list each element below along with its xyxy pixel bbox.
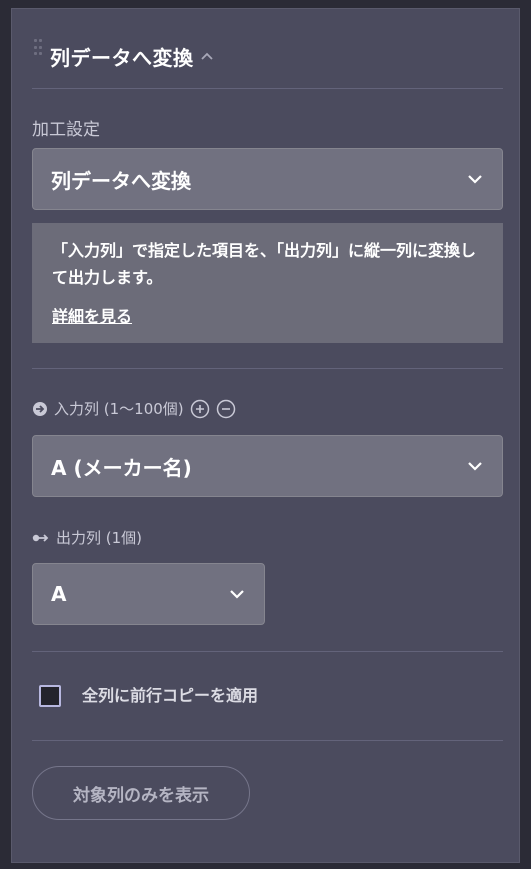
- output-column-select[interactable]: A: [32, 563, 265, 625]
- settings-panel: 列データへ変換 加工設定 列データへ変換 「入力列」で指定した項目を、「出力列」…: [11, 8, 520, 863]
- processing-select[interactable]: 列データへ変換: [32, 148, 503, 210]
- panel-header[interactable]: 列データへ変換: [50, 41, 214, 71]
- output-column-value: A: [51, 582, 67, 606]
- description-text: 「入力列」で指定した項目を、「出力列」に縦一列に変換して出力します。: [52, 241, 477, 287]
- plus-circle-icon[interactable]: [190, 399, 210, 419]
- arrow-circle-right-icon: [33, 401, 47, 416]
- drag-handle-icon[interactable]: [34, 39, 42, 57]
- input-column-select[interactable]: A (メーカー名): [32, 435, 503, 497]
- divider: [32, 368, 503, 369]
- chevron-down-icon: [468, 175, 482, 184]
- description-box: 「入力列」で指定した項目を、「出力列」に縦一列に変換して出力します。 詳細を見る: [32, 223, 503, 343]
- chevron-up-icon[interactable]: [200, 49, 214, 63]
- input-column-label: 入力列 (1〜100個): [54, 400, 184, 418]
- details-link[interactable]: 詳細を見る: [52, 303, 132, 327]
- show-target-columns-button[interactable]: 対象列のみを表示: [32, 766, 250, 820]
- output-column-label: 出力列 (1個): [56, 529, 143, 547]
- processing-label: 加工設定: [32, 120, 100, 140]
- minus-circle-icon[interactable]: [216, 399, 236, 419]
- copy-previous-row-label[interactable]: 全列に前行コピーを適用: [82, 685, 258, 707]
- divider: [32, 651, 503, 652]
- panel-title: 列データへ変換: [50, 45, 194, 70]
- divider: [32, 740, 503, 741]
- arrow-right-icon: [32, 533, 49, 542]
- input-column-value: A (メーカー名): [51, 455, 192, 480]
- divider: [32, 88, 503, 89]
- processing-select-value: 列データへ変換: [51, 168, 191, 193]
- copy-previous-row-checkbox[interactable]: [39, 685, 61, 707]
- chevron-down-icon: [468, 462, 482, 471]
- input-column-label-row: 入力列 (1〜100個): [32, 398, 236, 419]
- output-column-label-row: 出力列 (1個): [32, 527, 142, 548]
- chevron-down-icon: [230, 590, 244, 599]
